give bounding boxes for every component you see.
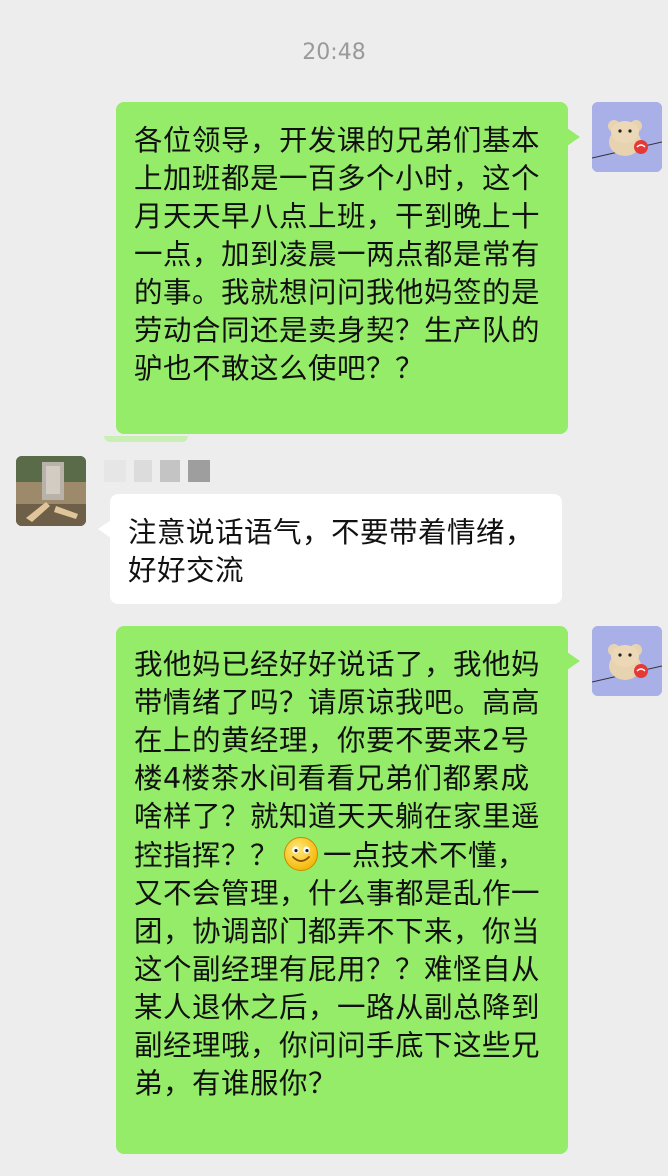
message-text: 各位领导，开发课的兄弟们基本上加班都是一百多个小时，这个月天天早八点上班，干到晚… [134,124,541,385]
bear-avatar-icon [592,626,662,696]
message-text-part-2: 一点技术不懂，又不会管理，什么事都是乱作一团，协调部门都弄不下来，你当这个副经理… [134,839,541,1100]
smile-emoji-icon [284,837,319,871]
message-text: 注意说话语气，不要带着情绪，好好交流 [128,516,535,587]
bear-avatar-icon [592,102,662,172]
bubble-edge-divider [104,436,188,442]
my-avatar[interactable] [592,102,662,172]
incoming-message-bubble[interactable]: 注意说话语气，不要带着情绪，好好交流 [98,494,562,604]
photo-avatar-icon [16,456,86,526]
outgoing-message-bubble[interactable]: 各位领导，开发课的兄弟们基本上加班都是一百多个小时，这个月天天早八点上班，干到晚… [116,102,580,434]
outgoing-message-bubble[interactable]: 我他妈已经好好说话了，我他妈带情绪了吗？请原谅我吧。高高在上的黄经理，你要不要来… [116,626,580,1154]
chat-timestamp: 20:48 [302,40,366,65]
my-avatar[interactable] [592,626,662,696]
sender-avatar[interactable] [16,456,86,526]
sender-name-blurred [104,460,210,484]
